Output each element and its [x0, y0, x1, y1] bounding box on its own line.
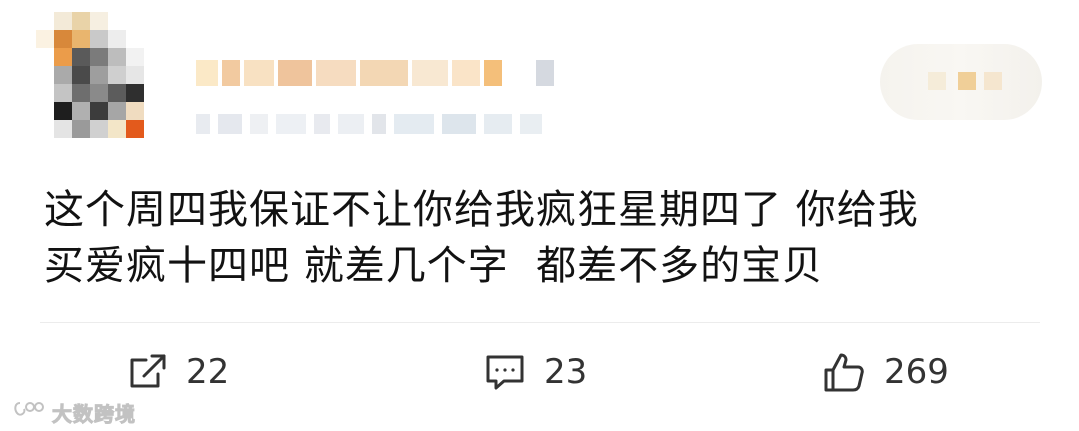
repost-count: 22 [186, 352, 230, 392]
watermark-logo-icon [12, 399, 46, 425]
post-text: 这个周四我保证不让你给我疯狂星期四了 你给我 买爱疯十四吧 就差几个字 都差不多… [44, 182, 1034, 294]
action-bar: 22 23 269 [0, 344, 1079, 400]
divider [40, 322, 1040, 323]
comment-button[interactable]: 23 [484, 344, 587, 400]
avatar[interactable] [36, 12, 162, 158]
comment-bubble-icon [484, 352, 526, 392]
watermark-text: 大数跨境 [52, 401, 136, 426]
post-meta-blurred [196, 114, 542, 134]
repost-button[interactable]: 22 [128, 344, 229, 400]
post-text-line-1: 这个周四我保证不让你给我疯狂星期四了 你给我 [44, 187, 919, 233]
comment-count: 23 [544, 352, 588, 392]
watermark: 大数跨境 [12, 398, 136, 426]
like-count: 269 [884, 352, 949, 392]
share-arrow-icon [128, 352, 168, 392]
like-button[interactable]: 269 [822, 344, 949, 400]
follow-button-blurred[interactable] [880, 44, 1042, 120]
username-blurred[interactable] [196, 60, 554, 86]
post-text-line-2: 买爱疯十四吧 就差几个字 都差不多的宝贝 [44, 243, 824, 289]
thumbs-up-icon [822, 350, 866, 394]
